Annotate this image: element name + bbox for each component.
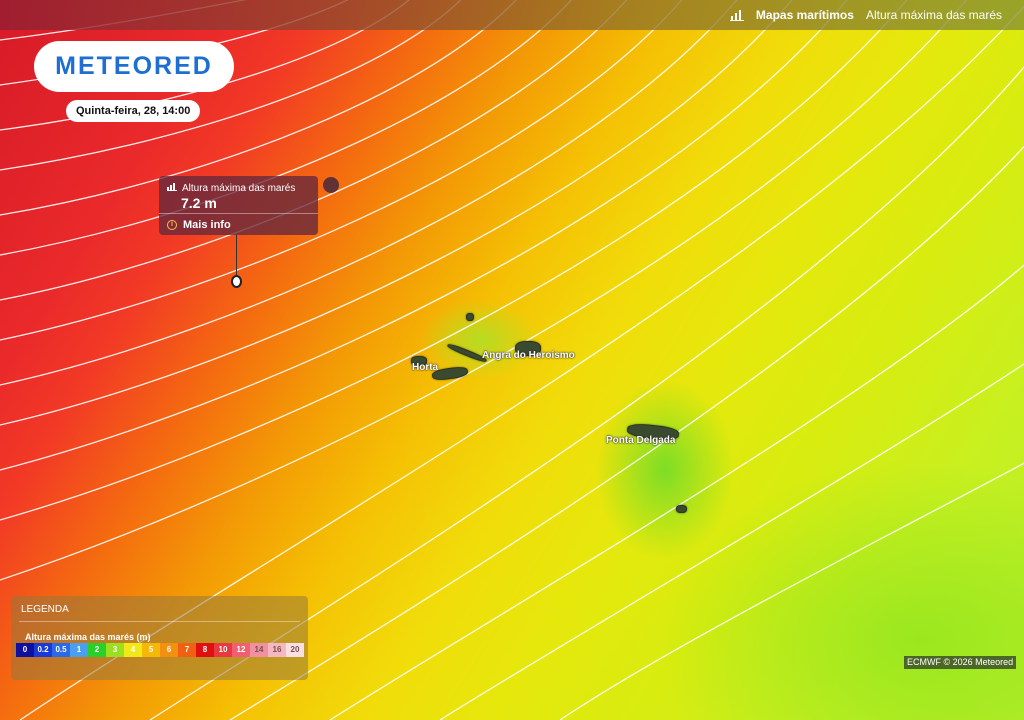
legend-swatch: 7 — [178, 643, 196, 657]
city-label-ponta-delgada: Ponta Delgada — [606, 435, 676, 446]
top-bar: Mapas marítimos Altura máxima das marés — [0, 0, 1024, 30]
legend-swatch: 0.5 — [52, 643, 70, 657]
data-credit: ECMWF © 2026 Meteored — [904, 656, 1017, 669]
legend-swatch: 3 — [106, 643, 124, 657]
nav-link-maritime-maps[interactable]: Mapas marítimos — [756, 8, 854, 22]
legend-color-scale: 0 0.2 0.5 1 2 3 4 5 6 7 8 10 12 14 16 20 — [16, 643, 304, 657]
meteored-logo[interactable]: METEORED — [34, 41, 234, 92]
date-time-badge: Quinta-feira, 28, 14:00 — [66, 100, 201, 122]
info-popup: Altura máxima das marés 7.2 m i Mais inf… — [159, 176, 318, 235]
legend-swatch: 4 — [124, 643, 142, 657]
popup-title-text: Altura máxima das marés — [182, 182, 296, 194]
city-label-horta: Horta — [412, 362, 439, 373]
legend-swatch: 12 — [232, 643, 250, 657]
more-info-label: Mais info — [183, 219, 231, 231]
popup-value: 7.2 m — [181, 195, 217, 211]
nav-link-current-layer[interactable]: Altura máxima das marés — [866, 8, 1002, 22]
popup-divider — [159, 213, 318, 214]
info-icon: i — [167, 220, 177, 230]
legend-panel: LEGENDA Altura máxima das marés (m) 0 0.2… — [11, 596, 308, 680]
legend-swatch: 8 — [196, 643, 214, 657]
legend-swatch: 16 — [268, 643, 286, 657]
island-santa-maria — [676, 505, 687, 513]
legend-swatch: 0.2 — [34, 643, 52, 657]
popup-close-button[interactable] — [323, 177, 339, 193]
location-marker[interactable] — [231, 275, 242, 288]
top-nav: Mapas marítimos Altura máxima das marés — [729, 8, 1002, 22]
legend-variable: Altura máxima das marés (m) — [25, 632, 151, 642]
city-label-angra: Angra do Heroísmo — [482, 350, 575, 361]
popup-title: Altura máxima das marés — [167, 182, 295, 194]
legend-swatch: 14 — [250, 643, 268, 657]
popup-pointer-line — [236, 235, 237, 275]
chart-icon — [167, 182, 177, 194]
legend-swatch: 5 — [142, 643, 160, 657]
legend-swatch: 0 — [16, 643, 34, 657]
more-info-link[interactable]: i Mais info — [167, 219, 231, 231]
island-graciosa — [466, 313, 474, 321]
legend-swatch: 2 — [88, 643, 106, 657]
legend-divider — [19, 621, 300, 622]
legend-swatch: 20 — [286, 643, 304, 657]
legend-swatch: 6 — [160, 643, 178, 657]
legend-swatch: 10 — [214, 643, 232, 657]
legend-title: LEGENDA — [21, 604, 69, 615]
chart-icon — [729, 9, 744, 21]
legend-swatch: 1 — [70, 643, 88, 657]
